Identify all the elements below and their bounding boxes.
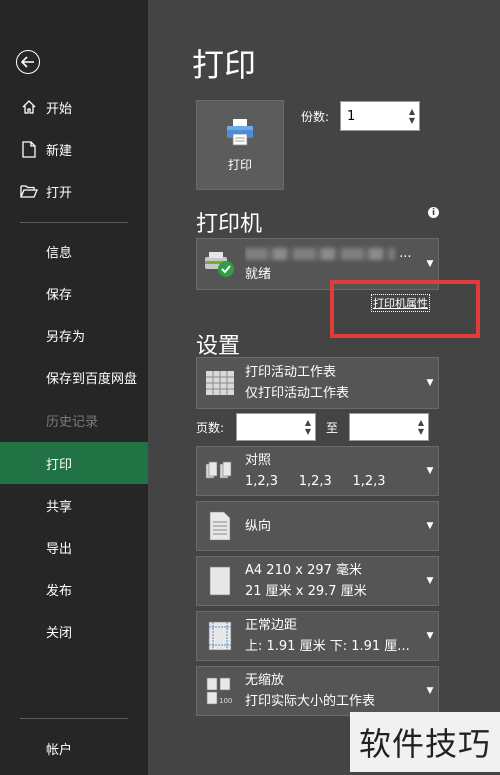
- setting-line1: 纵向: [245, 518, 272, 534]
- print-what-dropdown[interactable]: 打印活动工作表 仅打印活动工作表 ▼: [196, 357, 439, 409]
- printer-ready-icon: [203, 249, 237, 279]
- setting-line1: 对照: [245, 453, 272, 468]
- collation-dropdown[interactable]: 对照 1,2,3 1,2,3 1,2,3 ▼: [196, 446, 439, 496]
- printer-name-ellipsis: ...: [399, 246, 412, 261]
- svg-text:100: 100: [219, 697, 232, 705]
- sheet-grid-icon: [203, 370, 237, 396]
- sidebar-item-label: 发布: [46, 583, 73, 599]
- sidebar-item-save-to-baidu[interactable]: 保存到百度网盘: [0, 357, 148, 397]
- sidebar-item-label: 保存: [46, 287, 73, 303]
- backstage-sidebar: 开始 新建 打开 信息 保存 另存为 保存到百度网盘 历史记录 打印 共享 导出…: [0, 0, 148, 775]
- print-button[interactable]: 打印: [196, 100, 284, 190]
- sidebar-divider: [20, 718, 128, 719]
- setting-line2: 1,2,3 1,2,3 1,2,3: [245, 474, 386, 489]
- margins-icon: [203, 621, 237, 651]
- scaling-dropdown[interactable]: 100 无缩放 打印实际大小的工作表 ▼: [196, 666, 439, 716]
- sidebar-item-label: 打印: [46, 457, 73, 473]
- setting-line2: 打印实际大小的工作表: [245, 694, 376, 709]
- sidebar-item-label: 关闭: [46, 625, 73, 641]
- new-document-icon: [18, 138, 40, 160]
- sidebar-divider: [20, 222, 128, 223]
- watermark: 软件技巧: [350, 712, 500, 772]
- sidebar-item-history: 历史记录: [0, 400, 148, 440]
- sidebar-item-label: 导出: [46, 541, 73, 557]
- sidebar-item-info[interactable]: 信息: [0, 231, 148, 271]
- pages-from-input[interactable]: ▲ ▼: [236, 413, 316, 441]
- sidebar-item-publish[interactable]: 发布: [0, 569, 148, 609]
- pages-label: 页数:: [196, 421, 225, 435]
- chevron-down-icon: ▼: [426, 686, 434, 696]
- setting-line2: 21 厘米 x 29.7 厘米: [245, 584, 367, 599]
- sidebar-item-save[interactable]: 保存: [0, 273, 148, 313]
- printer-heading: 打印机: [196, 212, 263, 237]
- setting-line1: A4 210 x 297 毫米: [245, 563, 363, 578]
- info-icon[interactable]: i: [428, 207, 439, 218]
- sidebar-item-home[interactable]: 开始: [0, 87, 148, 127]
- sidebar-item-label: 保存到百度网盘: [46, 371, 138, 387]
- copies-stepper[interactable]: 1 ▲ ▼: [340, 101, 420, 131]
- sidebar-item-account[interactable]: 帐户: [0, 728, 148, 768]
- setting-line2: 仅打印活动工作表: [245, 386, 350, 401]
- sidebar-item-label: 另存为: [46, 329, 86, 345]
- sidebar-item-print[interactable]: 打印: [0, 442, 148, 484]
- sidebar-item-open[interactable]: 打开: [0, 171, 148, 211]
- setting-line2: 上: 1.91 厘米 下: 1.91 厘...: [245, 639, 410, 654]
- portrait-page-icon: [203, 511, 237, 541]
- sidebar-item-label: 信息: [46, 245, 73, 261]
- sidebar-item-new[interactable]: 新建: [0, 129, 148, 169]
- to-label: 至: [326, 421, 339, 435]
- sidebar-item-save-as[interactable]: 另存为: [0, 315, 148, 355]
- sidebar-item-label: 共享: [46, 499, 73, 515]
- home-icon: [18, 96, 40, 118]
- chevron-down-icon: ▼: [426, 576, 434, 586]
- chevron-down-icon: ▼: [426, 259, 434, 269]
- paper-size-dropdown[interactable]: A4 210 x 297 毫米 21 厘米 x 29.7 厘米 ▼: [196, 556, 439, 606]
- chevron-down-icon: ▼: [426, 378, 434, 388]
- no-scaling-icon: 100: [203, 676, 237, 706]
- open-folder-icon: [18, 180, 40, 202]
- pages-to-input[interactable]: ▲ ▼: [349, 413, 429, 441]
- stepper-arrows-icon[interactable]: ▲ ▼: [414, 414, 428, 440]
- back-arrow-icon[interactable]: [16, 50, 40, 74]
- sidebar-item-export[interactable]: 导出: [0, 527, 148, 567]
- sidebar-item-label: 历史记录: [46, 414, 99, 430]
- stepper-arrows-icon[interactable]: ▲ ▼: [301, 414, 315, 440]
- chevron-down-icon: ▼: [426, 521, 434, 531]
- printer-properties-link[interactable]: 打印机属性: [371, 294, 430, 312]
- sidebar-item-label: 打开: [46, 185, 73, 201]
- print-button-label: 打印: [227, 157, 252, 172]
- setting-line1: 打印活动工作表: [245, 365, 337, 380]
- chevron-down-icon: ▼: [426, 631, 434, 641]
- setting-line1: 正常边距: [245, 618, 298, 633]
- sidebar-item-close[interactable]: 关闭: [0, 611, 148, 651]
- copies-value: 1: [347, 108, 356, 124]
- margins-dropdown[interactable]: 正常边距 上: 1.91 厘米 下: 1.91 厘... ▼: [196, 611, 439, 661]
- stepper-arrows-icon[interactable]: ▲ ▼: [405, 102, 419, 130]
- sidebar-item-label: 帐户: [46, 742, 73, 758]
- sidebar-item-share[interactable]: 共享: [0, 485, 148, 525]
- collate-icon: [203, 458, 237, 484]
- setting-line1: 无缩放: [245, 673, 285, 688]
- sidebar-item-label: 新建: [46, 143, 73, 159]
- copies-label: 份数:: [301, 110, 330, 124]
- sidebar-item-label: 开始: [46, 101, 73, 117]
- paper-size-icon: [203, 566, 237, 596]
- orientation-dropdown[interactable]: 纵向 ▼: [196, 501, 439, 551]
- settings-heading: 设置: [196, 334, 241, 359]
- printer-icon: [225, 118, 255, 150]
- printer-name-redacted: [245, 247, 395, 260]
- page-title: 打印: [192, 46, 257, 84]
- printer-status: 就绪: [245, 267, 272, 282]
- chevron-down-icon: ▼: [426, 466, 434, 476]
